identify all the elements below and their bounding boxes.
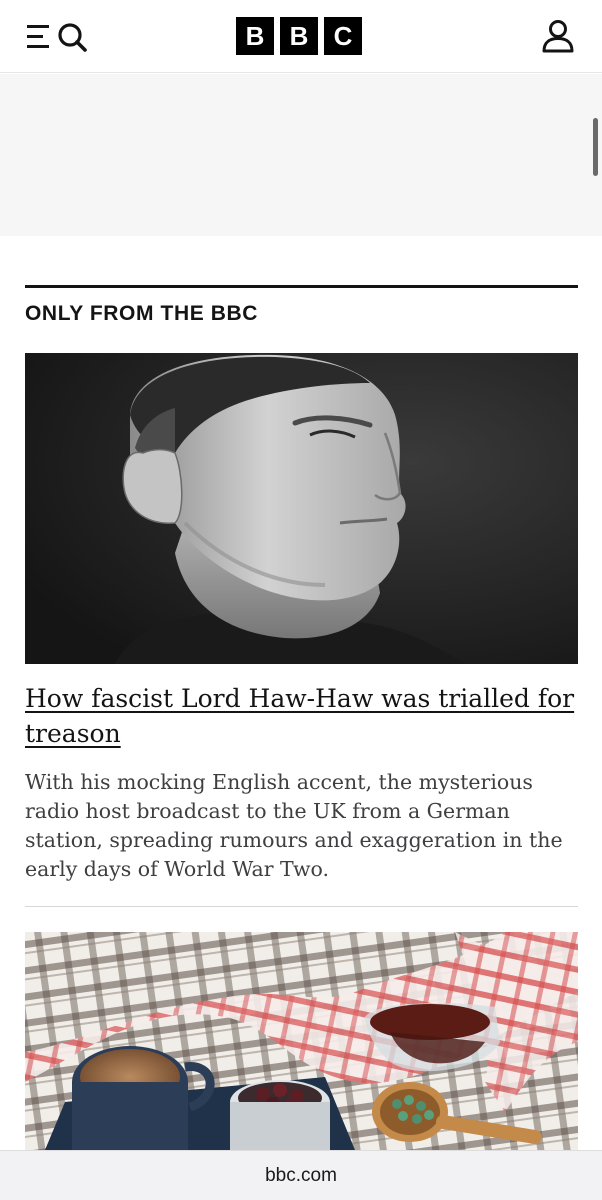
search-icon[interactable]	[58, 23, 87, 52]
bbc-logo[interactable]: B B C	[236, 17, 362, 55]
user-icon[interactable]	[540, 18, 576, 54]
browser-address-bar[interactable]: bbc.com	[0, 1150, 602, 1200]
menu-search-icon[interactable]	[26, 18, 90, 54]
food-illustration	[25, 932, 578, 1150]
bbc-logo-letter-1: B	[236, 17, 274, 55]
bbc-logo-letter-3: C	[324, 17, 362, 55]
bbc-logo-letter-2: B	[280, 17, 318, 55]
article-image-portrait[interactable]	[25, 353, 578, 664]
section-divider-rule	[25, 285, 578, 288]
advertisement-placeholder	[0, 74, 602, 236]
site-header: B B C	[0, 0, 602, 73]
section-title: ONLY FROM THE BBC	[25, 302, 259, 325]
article-headline-link[interactable]: How fascist Lord Haw-Haw was trialled fo…	[25, 681, 578, 751]
page-scrollbar[interactable]	[593, 118, 598, 176]
browser-url-text[interactable]: bbc.com	[0, 1165, 602, 1187]
article-image-food[interactable]	[25, 932, 578, 1150]
menu-icon[interactable]	[27, 25, 49, 48]
article-summary: With his mocking English accent, the mys…	[25, 770, 563, 881]
article-divider	[25, 906, 578, 907]
portrait-illustration	[25, 353, 578, 664]
